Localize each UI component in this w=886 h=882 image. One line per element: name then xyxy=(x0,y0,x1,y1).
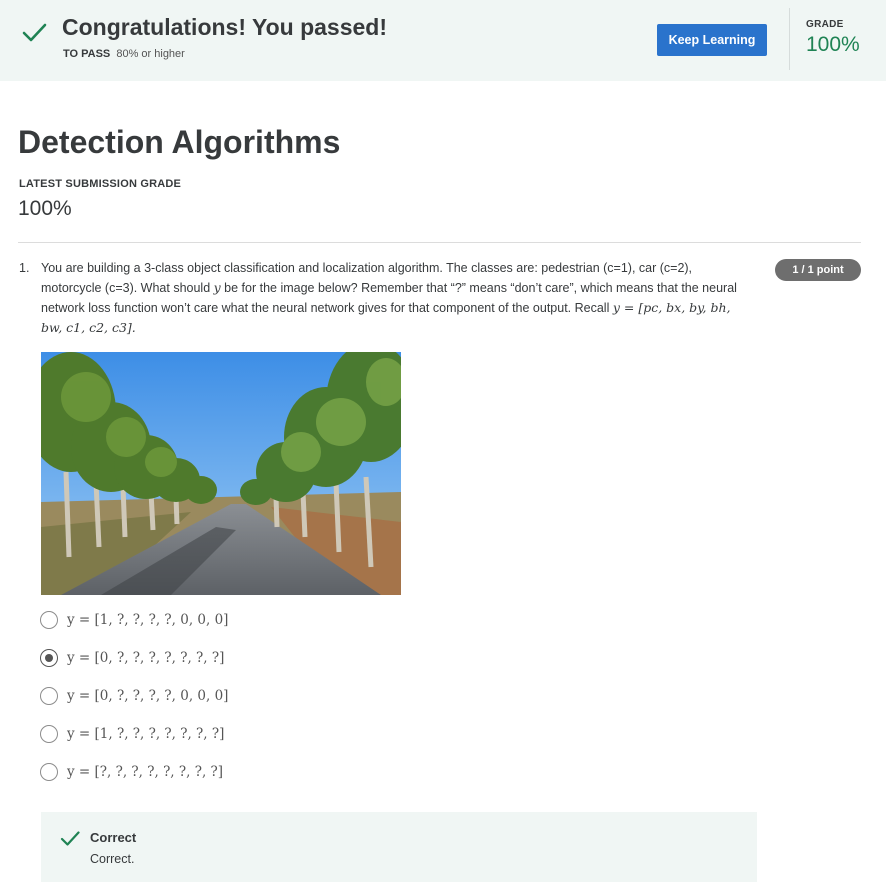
radio-button-selected[interactable] xyxy=(40,649,58,667)
question-text: You are building a 3-class object classi… xyxy=(41,259,741,338)
banner-title: Congratulations! You passed! xyxy=(62,14,388,40)
radio-button[interactable] xyxy=(40,611,58,629)
feedback-panel: Correct Correct. xyxy=(41,812,757,882)
road-photo xyxy=(41,352,401,595)
radio-button[interactable] xyxy=(40,687,58,705)
answer-option-4[interactable]: y = [1, ?, ?, ?, ?, ?, ?, ?] xyxy=(40,723,224,745)
question-var: y xyxy=(213,280,221,295)
page-title: Detection Algorithms xyxy=(18,124,341,160)
pass-value: 80% or higher xyxy=(116,48,185,60)
answer-option-label: y = [0, ?, ?, ?, ?, ?, ?, ?] xyxy=(67,650,225,666)
grade-value: 100% xyxy=(806,33,860,56)
answer-option-label: y = [?, ?, ?, ?, ?, ?, ?, ?] xyxy=(67,764,224,780)
answer-option-label: y = [0, ?, ?, ?, ?, 0, 0, 0] xyxy=(67,688,229,704)
latest-submission-label: LATEST SUBMISSION GRADE xyxy=(19,178,182,190)
radio-button[interactable] xyxy=(40,763,58,781)
radio-button[interactable] xyxy=(40,725,58,743)
latest-submission-grade: 100% xyxy=(18,197,72,220)
answer-option-5[interactable]: y = [?, ?, ?, ?, ?, ?, ?, ?] xyxy=(40,761,223,783)
points-badge: 1 / 1 point xyxy=(775,259,861,281)
pass-banner: Congratulations! You passed! TO PASS 80%… xyxy=(0,0,886,81)
keep-learning-button[interactable]: Keep Learning xyxy=(657,24,767,56)
section-divider xyxy=(18,242,861,243)
answer-option-1[interactable]: y = [1, ?, ?, ?, ?, 0, 0, 0] xyxy=(40,609,228,631)
checkmark-icon xyxy=(60,831,80,846)
feedback-text: Correct. xyxy=(90,852,135,866)
answer-option-label: y = [1, ?, ?, ?, ?, 0, 0, 0] xyxy=(67,612,229,628)
pass-label: TO PASS xyxy=(63,48,111,60)
pass-requirement: TO PASS 80% or higher xyxy=(63,48,185,60)
checkmark-icon xyxy=(22,23,47,42)
banner-divider xyxy=(789,8,790,70)
grade-label: GRADE xyxy=(806,19,844,30)
answer-option-2[interactable]: y = [0, ?, ?, ?, ?, ?, ?, ?] xyxy=(40,647,224,669)
feedback-title: Correct xyxy=(90,830,137,845)
answer-option-label: y = [1, ?, ?, ?, ?, ?, ?, ?] xyxy=(67,726,225,742)
answer-option-3[interactable]: y = [0, ?, ?, ?, ?, 0, 0, 0] xyxy=(40,685,228,707)
question-number: 1. xyxy=(19,261,30,275)
